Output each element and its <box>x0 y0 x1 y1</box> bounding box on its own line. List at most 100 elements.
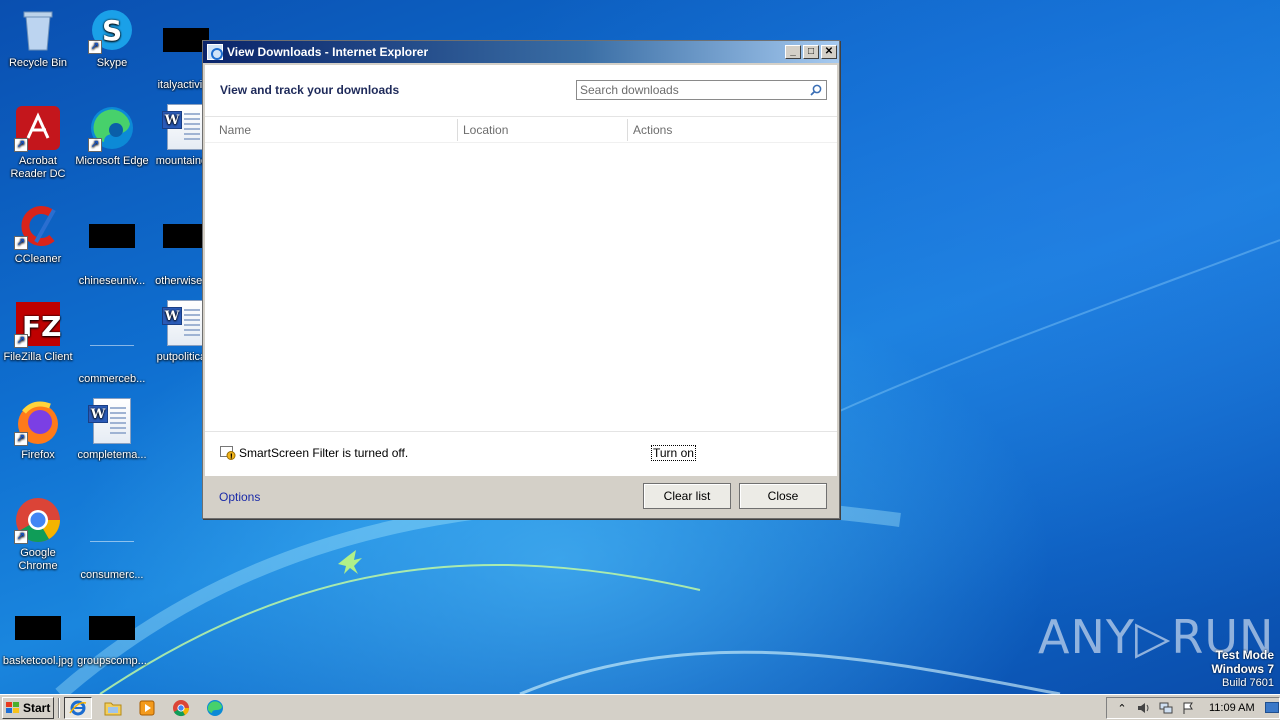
desktop-icon-label: commerceb... <box>78 373 146 385</box>
windows-flag-icon <box>6 702 20 714</box>
black-thumbnail <box>88 616 136 652</box>
column-header-name[interactable]: Name <box>219 123 251 137</box>
network-icon[interactable] <box>1159 701 1173 715</box>
show-desktop-icon[interactable] <box>1264 701 1279 715</box>
desktop-icon-consumerc[interactable]: consumerc... <box>74 496 150 582</box>
show-hidden-icons-icon[interactable]: ⌃ <box>1115 701 1129 715</box>
title-bar[interactable]: View Downloads - Internet Explorer _ □ ✕ <box>203 41 839 63</box>
desktop-icon-edge[interactable]: ↗ Microsoft Edge <box>74 104 150 168</box>
internet-explorer-icon <box>69 700 87 716</box>
taskbar-internet-explorer[interactable] <box>64 697 92 719</box>
shortcut-arrow-icon: ↗ <box>14 432 28 446</box>
acrobat-icon: ↗ <box>14 104 62 152</box>
desktop-icon-label: Microsoft Edge <box>75 155 149 167</box>
column-divider[interactable] <box>627 119 628 141</box>
ie-downloads-icon <box>207 44 223 60</box>
column-divider[interactable] <box>457 119 458 141</box>
desktop-icon-label: completema... <box>77 449 147 461</box>
desktop-icon-basketcool[interactable]: basketcool.jpg <box>0 606 76 668</box>
search-icon[interactable] <box>810 84 822 96</box>
volume-icon[interactable] <box>1137 701 1151 715</box>
shortcut-arrow-icon: ↗ <box>14 530 28 544</box>
column-header-location[interactable]: Location <box>463 123 508 137</box>
build-label: Build 7601 <box>1222 677 1274 689</box>
desktop-icon-label: Acrobat Reader DC <box>10 155 66 180</box>
clear-list-button[interactable]: Clear list <box>643 483 731 509</box>
search-box[interactable] <box>576 80 827 100</box>
column-header-actions[interactable]: Actions <box>633 123 672 137</box>
column-headers: Name Location Actions <box>205 117 837 143</box>
taskbar-media-player[interactable] <box>133 697 161 719</box>
desktop-icon-label: CCleaner <box>14 253 62 265</box>
downloads-panel: View and track your downloads Name Locat… <box>205 65 837 476</box>
test-mode-label: Test Mode <box>1215 648 1274 662</box>
shortcut-arrow-icon: ↗ <box>88 138 102 152</box>
smartscreen-message: SmartScreen Filter is turned off. <box>239 446 409 460</box>
desktop-icon-groupscomp[interactable]: groupscomp... <box>74 606 150 668</box>
desktop-icon-acrobat[interactable]: ↗ Acrobat Reader DC <box>0 104 76 181</box>
smartscreen-warning-icon: ! <box>220 446 236 460</box>
taskbar: Start ⌃ 11:09 AM <box>0 694 1280 720</box>
desktop-icon-filezilla[interactable]: FZ ↗ FileZilla Client <box>0 300 76 364</box>
desktop-icon-label: Firefox <box>21 449 55 461</box>
shortcut-arrow-icon: ↗ <box>14 138 28 152</box>
svg-text:S: S <box>102 14 122 47</box>
search-input[interactable] <box>577 81 801 99</box>
ccleaner-icon: ↗ <box>14 202 62 250</box>
desktop-icon-label: basketcool.jpg <box>2 655 74 667</box>
desktop-icon-label: chineseuniv... <box>78 275 146 287</box>
word-document-icon: W <box>88 398 136 446</box>
firefox-icon: ↗ <box>14 398 62 446</box>
taskbar-clock[interactable]: 11:09 AM <box>1209 702 1255 714</box>
start-button[interactable]: Start <box>2 697 54 719</box>
maximize-button[interactable]: □ <box>803 45 819 59</box>
turn-on-smartscreen-link[interactable]: Turn on <box>651 445 696 461</box>
desktop-icon-ccleaner[interactable]: ↗ CCleaner <box>0 202 76 266</box>
smartscreen-bar: ! SmartScreen Filter is turned off. Turn… <box>205 431 837 476</box>
desktop-icon-label: FileZilla Client <box>3 351 73 363</box>
blank-file-icon <box>88 518 136 566</box>
chrome-icon <box>173 700 190 717</box>
view-downloads-window: View Downloads - Internet Explorer _ □ ✕… <box>202 40 840 519</box>
edge-icon: ↗ <box>88 104 136 152</box>
options-link[interactable]: Options <box>219 490 260 504</box>
action-center-flag-icon[interactable] <box>1181 701 1195 715</box>
desktop-icon-firefox[interactable]: ↗ Firefox <box>0 398 76 462</box>
close-window-button[interactable]: ✕ <box>821 45 837 59</box>
downloads-heading: View and track your downloads <box>220 83 400 97</box>
chrome-icon: ↗ <box>14 496 62 544</box>
test-mode-watermark: Test Mode Windows 7 Build 7601 <box>1211 648 1274 690</box>
desktop-icon-label: Google Chrome <box>18 547 58 572</box>
svg-text:!: ! <box>230 453 233 461</box>
taskbar-separator <box>58 698 60 718</box>
shortcut-arrow-icon: ↗ <box>88 40 102 54</box>
close-button[interactable]: Close <box>739 483 827 509</box>
skype-icon: S ↗ <box>88 6 136 54</box>
desktop-icon-label: groupscomp... <box>77 655 147 667</box>
taskbar-edge[interactable] <box>201 697 229 719</box>
black-thumbnail <box>88 224 136 272</box>
window-title: View Downloads - Internet Explorer <box>227 45 429 59</box>
desktop-icon-recycle-bin[interactable]: Recycle Bin <box>0 6 76 70</box>
window-footer: Options Clear list Close <box>203 478 839 518</box>
explorer-folder-icon <box>104 702 122 716</box>
desktop-icon-label: Recycle Bin <box>8 57 68 69</box>
os-label: Windows 7 <box>1211 662 1274 676</box>
desktop-icon-skype[interactable]: S ↗ Skype <box>74 6 150 70</box>
minimize-button[interactable]: _ <box>785 45 801 59</box>
desktop-icon-chineseuniv[interactable]: chineseuniv... <box>74 202 150 288</box>
desktop-icon-label: consumerc... <box>80 569 144 581</box>
taskbar-explorer[interactable] <box>99 697 127 719</box>
downloads-list <box>205 143 837 456</box>
media-player-icon <box>139 700 155 716</box>
shortcut-arrow-icon: ↗ <box>14 334 28 348</box>
system-tray: ⌃ 11:09 AM <box>1106 697 1280 719</box>
desktop-icon-commerceb[interactable]: commerceb... <box>74 300 150 386</box>
desktop-icon-chrome[interactable]: ↗ Google Chrome <box>0 496 76 573</box>
black-thumbnail <box>14 616 62 652</box>
shortcut-arrow-icon: ↗ <box>14 236 28 250</box>
start-label: Start <box>23 701 51 715</box>
desktop-icon-completema[interactable]: W completema... <box>74 398 150 462</box>
desktop-icon-label: Skype <box>96 57 128 69</box>
taskbar-chrome[interactable] <box>167 697 195 719</box>
